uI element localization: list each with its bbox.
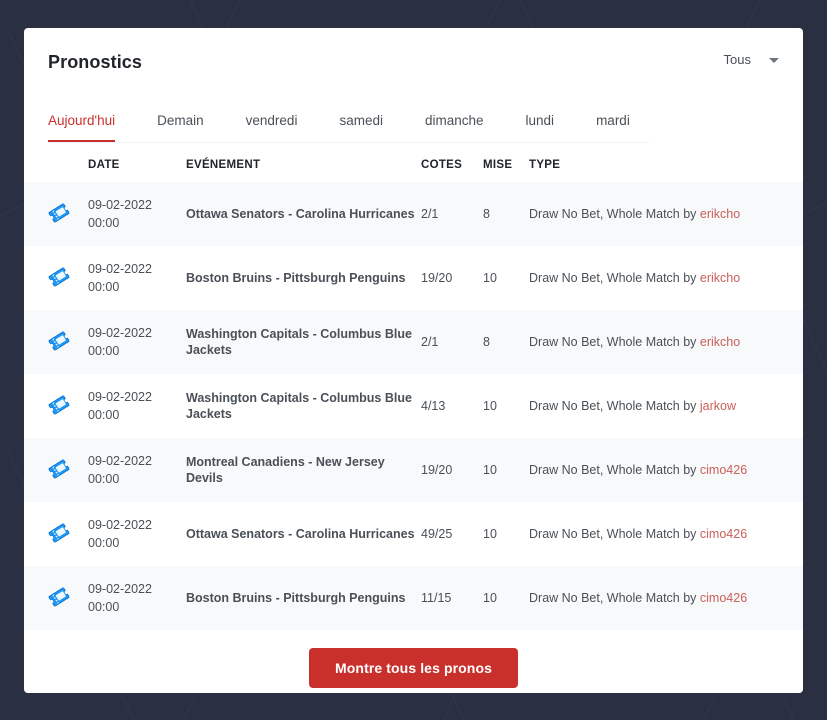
cell-date: 09-02-2022 00:00 (88, 518, 152, 550)
cell-event: Boston Bruins - Pittsburgh Penguins (186, 566, 421, 630)
author-link[interactable]: cimo426 (700, 527, 747, 541)
bet-type-text: Draw No Bet, Whole Match by (529, 463, 700, 477)
card-header: Pronostics Tous (24, 28, 803, 102)
cell-type: Draw No Bet, Whole Match by erikcho (529, 310, 803, 374)
chevron-down-icon (769, 57, 779, 63)
cell-event: Washington Capitals - Columbus Blue Jack… (186, 310, 421, 374)
cell-cotes: 49/25 (421, 527, 453, 541)
table-row[interactable]: 09-02-2022 00:00 Washington Capitals - Co… (24, 374, 803, 438)
ticket-icon (24, 182, 88, 246)
table-row[interactable]: 09-02-2022 00:00 Ottawa Senators - Caroli… (24, 182, 803, 246)
bet-type-text: Draw No Bet, Whole Match by (529, 527, 700, 541)
column-header-cotes: COTES (421, 143, 483, 182)
cell-mise: 10 (483, 566, 529, 630)
cell-date: 09-02-2022 00:00 (88, 310, 186, 374)
cell-type: Draw No Bet, Whole Match by jarkow (529, 374, 803, 438)
cell-type: Draw No Bet, Whole Match by cimo426 (529, 566, 803, 630)
author-link[interactable]: jarkow (700, 399, 736, 413)
column-header-type: TYPE (529, 143, 803, 182)
cell-date: 09-02-2022 00:00 (88, 438, 186, 502)
cell-cotes: 19/20 (421, 438, 483, 502)
ticket-icon (24, 502, 88, 566)
column-header-mise: MISE (483, 143, 529, 182)
show-all-pronos-button[interactable]: Montre tous les pronos (309, 648, 518, 688)
card-footer: Montre tous les pronos (24, 630, 803, 693)
tab-samedi[interactable]: samedi (339, 113, 383, 142)
pronostics-table-container: DATE EVÉNEMENT COTES MISE TYPE 09-02-202… (24, 143, 803, 630)
column-header-date: DATE (88, 143, 186, 182)
tabs-container: Aujourd'hui Demain vendredi samedi dimanche l… (24, 102, 803, 143)
cell-cotes: 19/20 (421, 271, 453, 285)
cell-event: Ottawa Senators - Carolina Hurricanes (186, 182, 421, 246)
table-header: DATE EVÉNEMENT COTES MISE TYPE (24, 143, 803, 182)
cell-mise: 10 (483, 399, 497, 413)
pronostics-card: Pronostics Tous Aujourd'hui Demain vendred… (24, 28, 803, 693)
cell-mise: 10 (483, 527, 497, 541)
tab-aujourd-hui[interactable]: Aujourd'hui (48, 113, 116, 142)
bet-type-text: Draw No Bet, Whole Match by (529, 335, 700, 349)
table-row[interactable]: 09-02-2022 00:00 Boston Bruins - Pittsbur… (24, 246, 803, 310)
filter-dropdown[interactable]: Tous (724, 52, 779, 68)
bet-type-text: Draw No Bet, Whole Match by (529, 271, 700, 285)
filter-dropdown-label: Tous (723, 52, 751, 67)
column-header-icon (24, 143, 88, 182)
author-link[interactable]: erikcho (700, 271, 740, 285)
pronostics-table: DATE EVÉNEMENT COTES MISE TYPE 09-02-202… (24, 143, 803, 630)
tab-mardi[interactable]: mardi (596, 113, 630, 142)
cell-event: Washington Capitals - Columbus Blue Jack… (186, 391, 412, 421)
cell-mise: 8 (483, 182, 529, 246)
cell-mise: 10 (483, 438, 529, 502)
author-link[interactable]: cimo426 (700, 591, 747, 605)
table-row[interactable]: 09-02-2022 00:00 Boston Bruins - Pittsbur… (24, 566, 803, 630)
cell-type: Draw No Bet, Whole Match by cimo426 (529, 438, 803, 502)
cell-cotes: 2/1 (421, 182, 483, 246)
cell-date: 09-02-2022 00:00 (88, 566, 186, 630)
author-link[interactable]: erikcho (700, 335, 740, 349)
cell-type: Draw No Bet, Whole Match by cimo426 (529, 502, 803, 566)
cell-cotes: 2/1 (421, 310, 483, 374)
author-link[interactable]: cimo426 (700, 463, 747, 477)
cell-date: 09-02-2022 00:00 (88, 182, 186, 246)
ticket-icon (24, 438, 88, 502)
ticket-icon (24, 310, 88, 374)
page-title: Pronostics (48, 52, 143, 72)
day-tabs: Aujourd'hui Demain vendredi samedi dimanche l… (48, 102, 649, 143)
table-header-row: DATE EVÉNEMENT COTES MISE TYPE (24, 143, 803, 182)
table-row[interactable]: 09-02-2022 00:00 Ottawa Senators - Caroli… (24, 502, 803, 566)
cell-event: Ottawa Senators - Carolina Hurricanes (186, 527, 415, 541)
ticket-icon (24, 374, 88, 438)
cell-date: 09-02-2022 00:00 (88, 390, 152, 422)
table-row[interactable]: 09-02-2022 00:00 Washington Capitals - Co… (24, 310, 803, 374)
bet-type-text: Draw No Bet, Whole Match by (529, 591, 700, 605)
bet-type-text: Draw No Bet, Whole Match by (529, 399, 700, 413)
table-body: 09-02-2022 00:00 Ottawa Senators - Caroli… (24, 182, 803, 630)
column-header-event: EVÉNEMENT (186, 143, 421, 182)
author-link[interactable]: erikcho (700, 207, 740, 221)
tab-demain[interactable]: Demain (157, 113, 204, 142)
cell-type: Draw No Bet, Whole Match by erikcho (529, 246, 803, 310)
cell-type: Draw No Bet, Whole Match by erikcho (529, 182, 803, 246)
cell-cotes: 4/13 (421, 399, 446, 413)
ticket-icon (24, 246, 88, 310)
tab-vendredi[interactable]: vendredi (246, 113, 298, 142)
table-row[interactable]: 09-02-2022 00:00 Montreal Canadiens - New… (24, 438, 803, 502)
cell-cotes: 11/15 (421, 566, 483, 630)
cell-event: Montreal Canadiens - New Jersey Devils (186, 438, 421, 502)
cell-mise: 8 (483, 310, 529, 374)
cell-date: 09-02-2022 00:00 (88, 262, 152, 294)
bet-type-text: Draw No Bet, Whole Match by (529, 207, 700, 221)
tab-lundi[interactable]: lundi (526, 113, 555, 142)
cell-event: Boston Bruins - Pittsburgh Penguins (186, 271, 406, 285)
cell-mise: 10 (483, 271, 497, 285)
tab-dimanche[interactable]: dimanche (425, 113, 484, 142)
ticket-icon (24, 566, 88, 630)
